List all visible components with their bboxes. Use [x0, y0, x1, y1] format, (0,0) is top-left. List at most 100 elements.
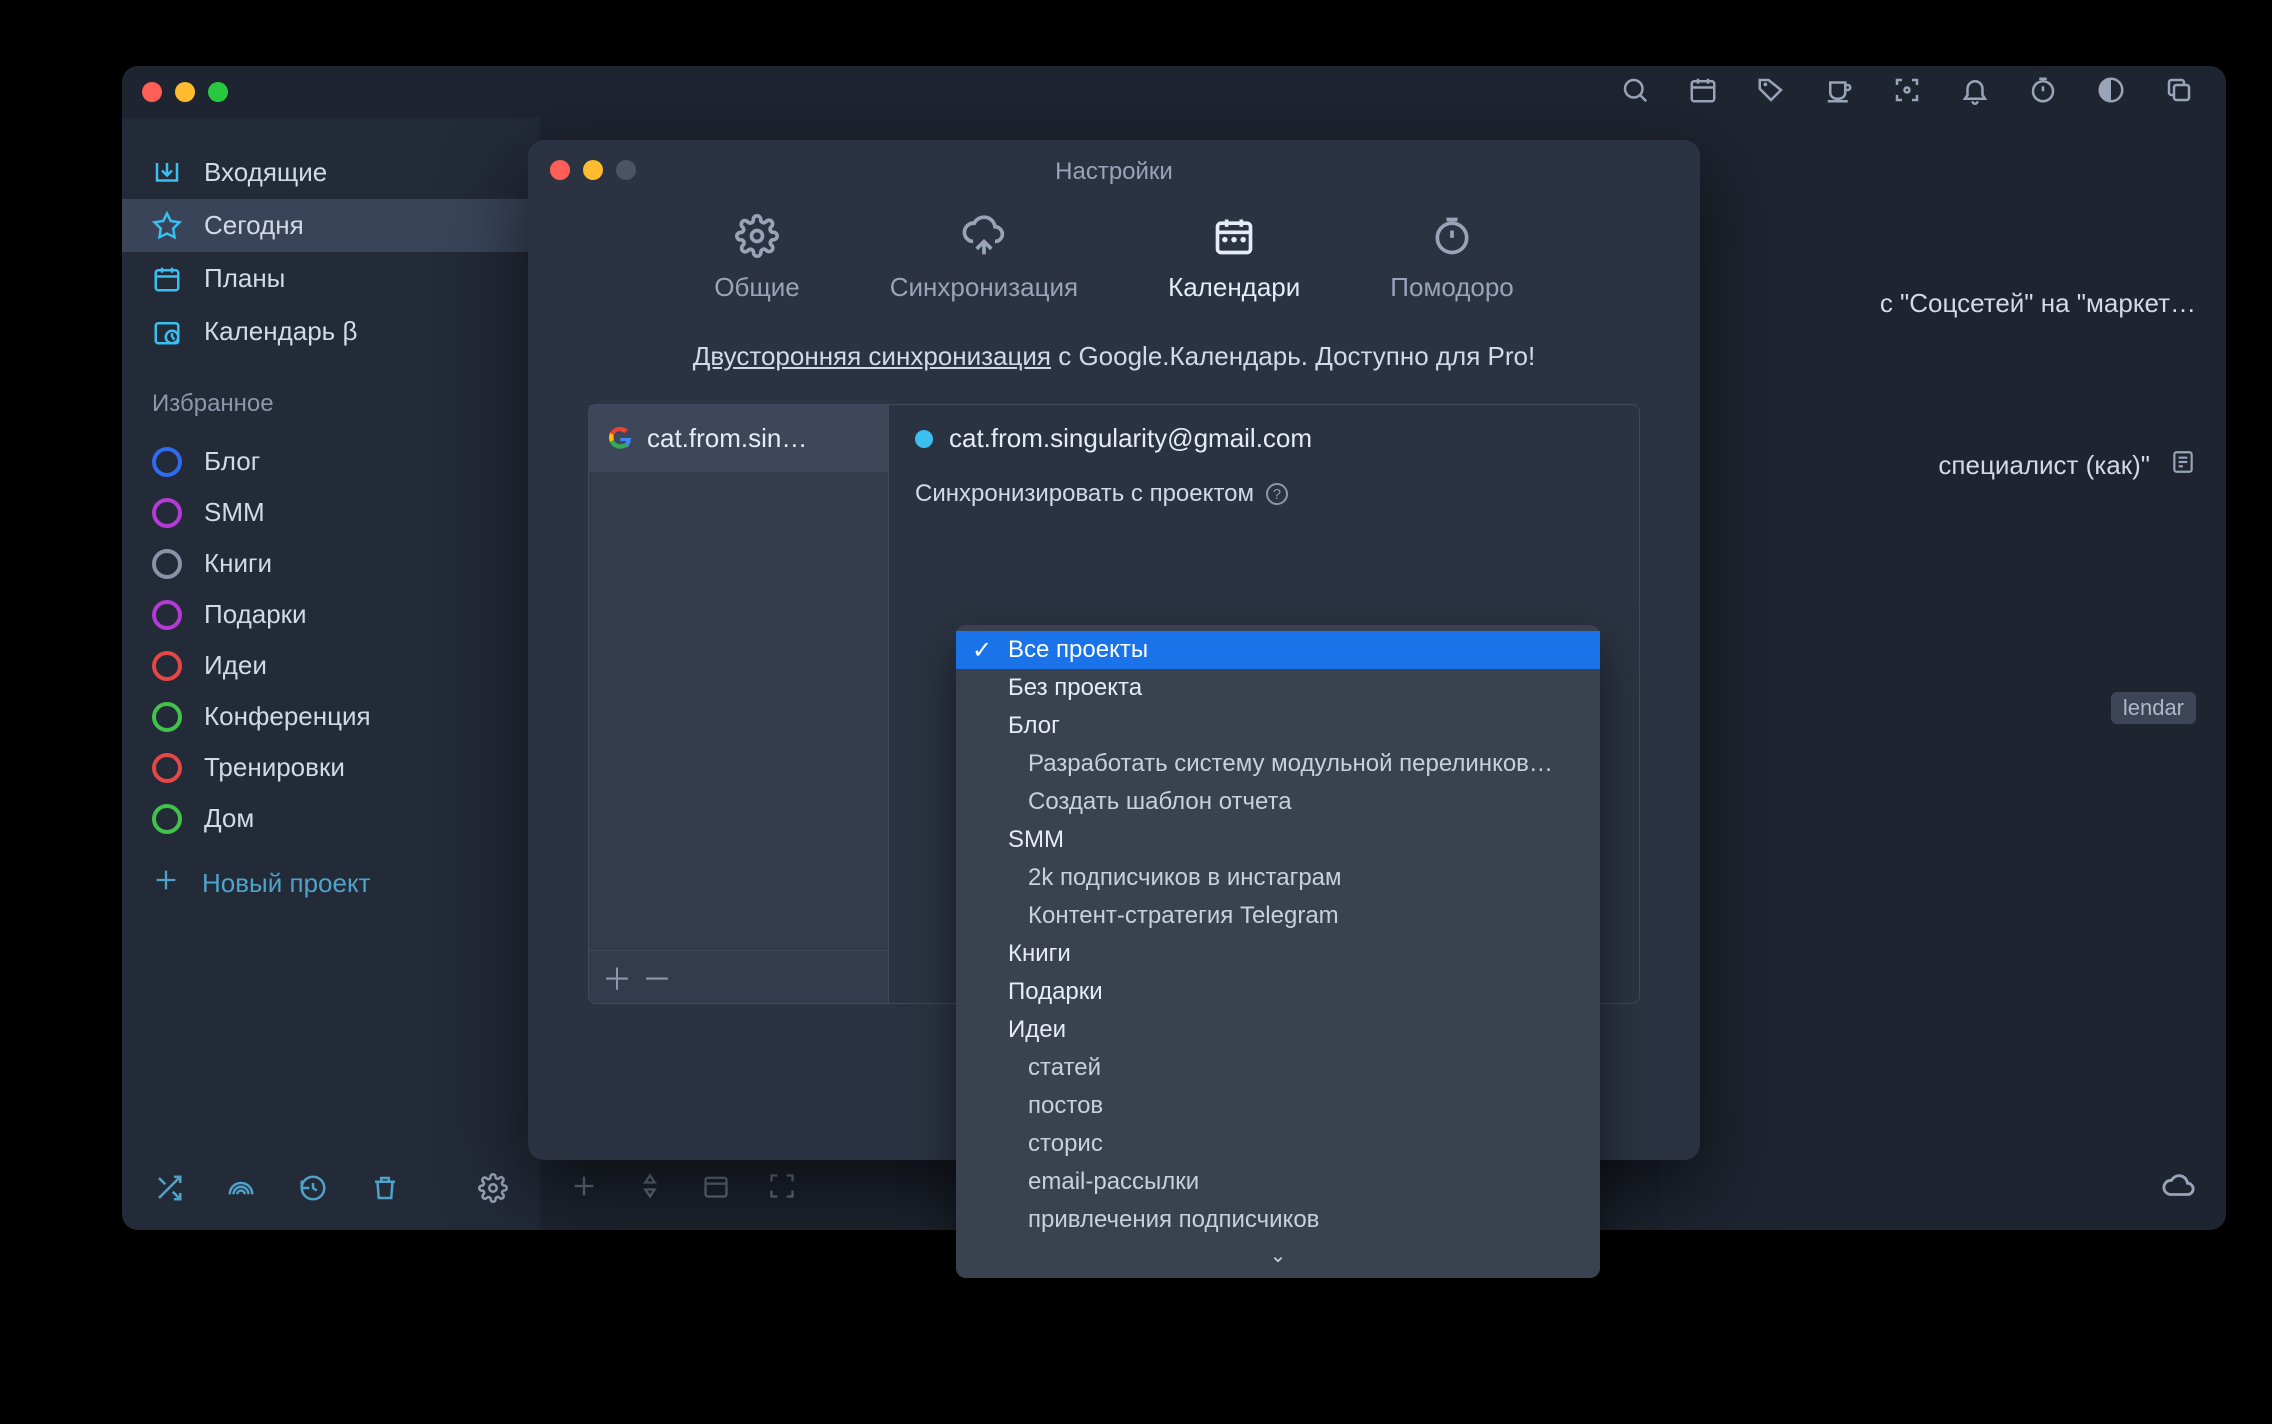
- nav-label: Сегодня: [204, 210, 304, 241]
- search-icon[interactable]: [1620, 75, 1650, 110]
- dropdown-item[interactable]: постов: [956, 1087, 1600, 1125]
- account-item[interactable]: cat.from.sin…: [589, 405, 888, 472]
- dropdown-item[interactable]: Без проекта: [956, 669, 1600, 707]
- traffic-lights: [142, 82, 228, 102]
- calendar-tag[interactable]: lendar: [2111, 692, 2196, 724]
- timer-icon[interactable]: [2028, 75, 2058, 110]
- project-item[interactable]: Дом: [122, 793, 540, 844]
- tab-pomodoro[interactable]: Помодоро: [1390, 212, 1513, 303]
- account-email-row: cat.from.singularity@gmail.com: [915, 423, 1613, 454]
- tab-label: Общие: [714, 272, 800, 303]
- plans-icon: [152, 264, 182, 294]
- dropdown-item[interactable]: Создать шаблон отчета: [956, 783, 1600, 821]
- copy-icon[interactable]: [2164, 75, 2194, 110]
- account-list-footer: ＋ －: [589, 950, 888, 1003]
- help-icon[interactable]: ?: [1266, 483, 1288, 505]
- project-item[interactable]: Тренировки: [122, 742, 540, 793]
- nav-plans[interactable]: Планы: [122, 252, 540, 305]
- project-item[interactable]: SMM: [122, 487, 540, 538]
- tab-general[interactable]: Общие: [714, 212, 800, 303]
- nav-today[interactable]: Сегодня: [122, 199, 540, 252]
- minimize-window-button[interactable]: [175, 82, 195, 102]
- dropdown-item[interactable]: Книги: [956, 935, 1600, 973]
- remove-account-button[interactable]: －: [639, 959, 675, 995]
- dropdown-item[interactable]: Подарки: [956, 973, 1600, 1011]
- dropdown-item[interactable]: Все проекты: [956, 631, 1600, 669]
- titlebar: [122, 66, 2226, 118]
- dropdown-item[interactable]: Контент-стратегия Telegram: [956, 897, 1600, 935]
- rainbow-icon[interactable]: [226, 1173, 256, 1208]
- gear-icon: [735, 212, 779, 260]
- project-label: Подарки: [204, 599, 307, 630]
- settings-icon[interactable]: [478, 1173, 508, 1208]
- project-item[interactable]: Подарки: [122, 589, 540, 640]
- status-dot: [915, 430, 933, 448]
- project-label: Дом: [204, 803, 254, 834]
- theme-icon[interactable]: [2096, 75, 2126, 110]
- date-icon[interactable]: [702, 1172, 730, 1205]
- note-icon: [2170, 449, 2196, 482]
- sort-icon[interactable]: [636, 1172, 664, 1205]
- dropdown-item[interactable]: Разработать систему модульной перелинков…: [956, 745, 1600, 783]
- shuffle-icon[interactable]: [154, 1173, 184, 1208]
- maximize-window-button[interactable]: [208, 82, 228, 102]
- account-short: cat.from.sin…: [647, 423, 807, 454]
- close-window-button[interactable]: [142, 82, 162, 102]
- sidebar: Входящие Сегодня Планы Календарь β Избра…: [122, 118, 540, 1230]
- dropdown-item[interactable]: статей: [956, 1049, 1600, 1087]
- plus-icon: [152, 866, 180, 901]
- expand-icon[interactable]: [768, 1172, 796, 1205]
- nav-label: Календарь β: [204, 316, 357, 347]
- sync-with-project-label: Синхронизировать с проектом ?: [915, 480, 1613, 508]
- nav-inbox[interactable]: Входящие: [122, 146, 540, 199]
- cup-icon[interactable]: [1824, 75, 1854, 110]
- tab-sync[interactable]: Синхронизация: [890, 212, 1078, 303]
- add-account-button[interactable]: ＋: [599, 959, 635, 995]
- dropdown-item[interactable]: Блог: [956, 707, 1600, 745]
- cloud-sync-icon[interactable]: [2162, 1169, 2196, 1208]
- project-item[interactable]: Идеи: [122, 640, 540, 691]
- dropdown-item[interactable]: привлечения подписчиков: [956, 1201, 1600, 1239]
- dropdown-item[interactable]: сторис: [956, 1125, 1600, 1163]
- stopwatch-icon: [1430, 212, 1474, 260]
- project-label: Идеи: [204, 650, 267, 681]
- new-project-button[interactable]: Новый проект: [122, 854, 540, 913]
- trash-icon[interactable]: [370, 1173, 400, 1208]
- footer-actions: [540, 1172, 796, 1205]
- tab-label: Календари: [1168, 272, 1300, 303]
- calendar-icon[interactable]: [1688, 75, 1718, 110]
- settings-title: Настройки: [528, 158, 1700, 186]
- sidebar-footer: [122, 1151, 540, 1230]
- project-item[interactable]: Книги: [122, 538, 540, 589]
- dropdown-item[interactable]: SMM: [956, 821, 1600, 859]
- nav-section: Входящие Сегодня Планы Календарь β: [122, 118, 540, 358]
- project-label: SMM: [204, 497, 265, 528]
- promo-text: Двусторонняя синхронизация с Google.Кале…: [588, 341, 1640, 372]
- tab-label: Синхронизация: [890, 272, 1078, 303]
- nav-label: Планы: [204, 263, 285, 294]
- history-icon[interactable]: [298, 1173, 328, 1208]
- dropdown-item[interactable]: 2k подписчиков в инстаграм: [956, 859, 1600, 897]
- focus-icon[interactable]: [1892, 75, 1922, 110]
- dropdown-item[interactable]: Идеи: [956, 1011, 1600, 1049]
- project-label: Конференция: [204, 701, 371, 732]
- google-icon: [607, 426, 633, 452]
- tab-label: Помодоро: [1390, 272, 1513, 303]
- calendar-icon: [1212, 212, 1256, 260]
- project-item[interactable]: Конференция: [122, 691, 540, 742]
- project-label: Тренировки: [204, 752, 345, 783]
- project-dropdown[interactable]: Все проектыБез проектаБлогРазработать си…: [956, 625, 1600, 1278]
- project-ring-icon: [152, 600, 182, 630]
- chevron-down-icon[interactable]: ⌄: [956, 1239, 1600, 1276]
- project-label: Книги: [204, 548, 272, 579]
- project-item[interactable]: Блог: [122, 436, 540, 487]
- calendar-beta-icon: [152, 317, 182, 347]
- task-text: с "Соцсетей" на "маркет…: [1880, 288, 2196, 319]
- promo-link[interactable]: Двусторонняя синхронизация: [693, 341, 1051, 371]
- tag-icon[interactable]: [1756, 75, 1786, 110]
- bell-icon[interactable]: [1960, 75, 1990, 110]
- dropdown-item[interactable]: email-рассылки: [956, 1163, 1600, 1201]
- nav-calendar[interactable]: Календарь β: [122, 305, 540, 358]
- add-icon[interactable]: [570, 1172, 598, 1205]
- tab-calendars[interactable]: Календари: [1168, 212, 1300, 303]
